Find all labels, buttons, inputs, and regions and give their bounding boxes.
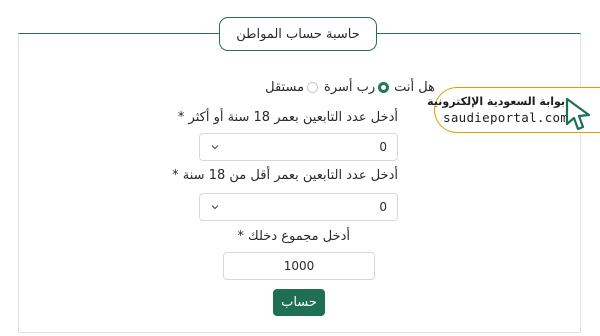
calculator-title-text: حاسبة حساب المواطن	[236, 26, 360, 42]
adult-dependents-value: 0	[379, 140, 387, 154]
radio-label-head-of-family[interactable]: رب أسرة	[324, 80, 375, 95]
minor-dependents-select[interactable]: 0	[199, 193, 398, 221]
chevron-down-icon	[211, 145, 219, 150]
saudieportal-logo: بوابة السعودية الإلكترونية saudieportal.…	[427, 87, 600, 133]
adult-dependents-select[interactable]: 0	[199, 133, 398, 161]
logo-name-ar: بوابة السعودية الإلكترونية	[427, 95, 565, 108]
logo-domain: saudieportal.com	[443, 110, 569, 125]
calculator-frame	[18, 33, 581, 333]
account-type-radio-group: هل أنت رب أسرة مستقل	[225, 80, 435, 95]
minor-dependents-value: 0	[379, 200, 387, 214]
radio-head-of-family[interactable]	[378, 82, 390, 93]
radio-label-independent[interactable]: مستقل	[265, 80, 304, 95]
radio-independent[interactable]	[307, 82, 319, 93]
account-type-question: هل أنت	[394, 80, 435, 95]
cursor-icon	[565, 97, 591, 131]
calculate-button[interactable]: حساب	[273, 289, 325, 316]
income-value: 1000	[283, 259, 315, 273]
income-input[interactable]: 1000	[223, 252, 375, 280]
minor-dependents-label: أدخل عدد التابعين بعمر أقل من 18 سنة *	[172, 168, 398, 183]
income-label: أدخل مجموع دخلك *	[237, 229, 350, 244]
calculator-title: حاسبة حساب المواطن	[219, 17, 377, 51]
chevron-down-icon	[211, 205, 219, 210]
adult-dependents-label: أدخل عدد التابعين بعمر 18 سنة أو أكثر *	[177, 110, 398, 125]
